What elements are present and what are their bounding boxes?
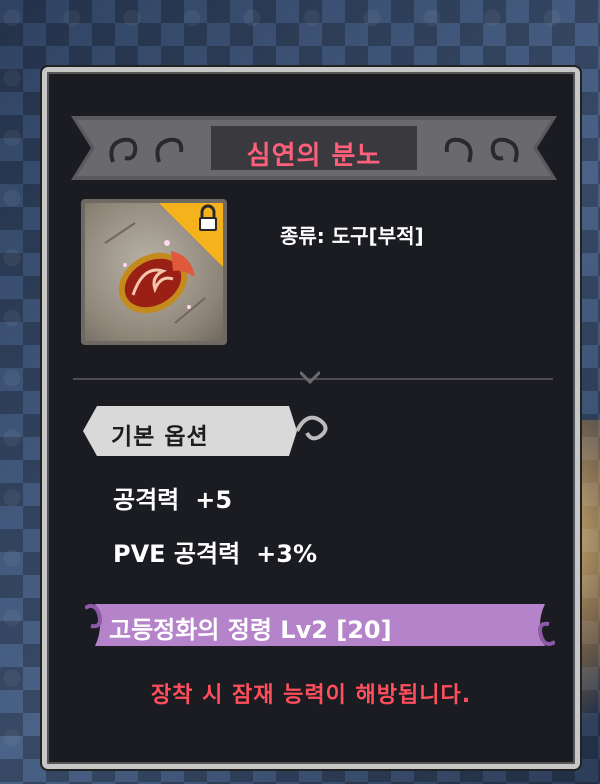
spirit-label: 고등정화의 정령 Lv2 [20] <box>109 616 392 644</box>
lock-icon <box>159 203 223 267</box>
item-icon-frame[interactable] <box>81 199 227 345</box>
unlock-notice: 장착 시 잠재 능력이 해방됩니다. <box>150 683 472 708</box>
basic-options-header: 기본 옵션 <box>83 406 335 456</box>
stat-value: +3% <box>256 540 318 568</box>
stat-value: +5 <box>195 486 233 514</box>
divider-ornament-icon <box>300 370 320 384</box>
stat-row-pve-attack: PVE 공격력 +3% <box>113 534 317 569</box>
item-tooltip-panel: 심연의 분노 종류: 도구[부적] 기본 옵션 공격력 +5 PVE 공격력 +… <box>42 67 580 769</box>
stat-row-attack: 공격력 +5 <box>113 480 232 515</box>
item-name: 심연의 분노 <box>246 141 382 171</box>
basic-options-label: 기본 옵션 <box>111 424 209 450</box>
item-name-banner: 심연의 분노 <box>71 116 557 180</box>
stat-name: 공격력 <box>113 486 180 514</box>
item-type-label: 종류: 도구[부적] <box>280 224 424 248</box>
stat-name: PVE 공격력 <box>113 540 241 568</box>
spirit-banner: 고등정화의 정령 Lv2 [20] <box>85 600 555 650</box>
